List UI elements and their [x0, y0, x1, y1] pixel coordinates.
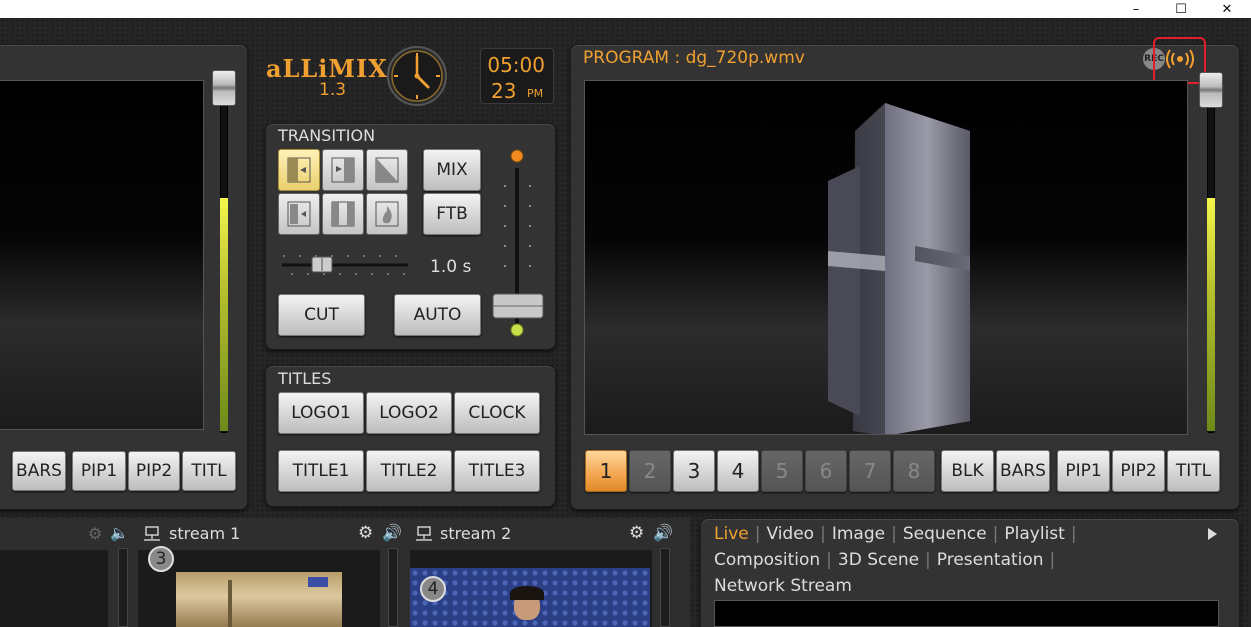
program-bars-button[interactable]: BARS — [996, 450, 1050, 492]
preview-titl-button[interactable]: TITL — [182, 451, 236, 491]
duration-slider[interactable] — [280, 253, 410, 277]
duration-value: 1.0 s — [430, 257, 472, 277]
source-content-area — [714, 600, 1219, 627]
stream2-speaker-icon[interactable]: 🔊 — [653, 523, 673, 542]
title3-button[interactable]: TITLE3 — [454, 450, 540, 492]
transition-title: TRANSITION — [278, 126, 376, 145]
program-monitor — [584, 80, 1188, 435]
stream1-label: stream 1 — [169, 524, 241, 543]
tab-composition[interactable]: Composition — [714, 550, 820, 570]
clock-day: 23 — [491, 79, 517, 103]
stream0-speaker-icon[interactable]: 🔈 — [110, 524, 129, 542]
wipe-left-icon[interactable] — [278, 149, 320, 191]
diagonal-icon[interactable] — [366, 149, 408, 191]
program-blk-button[interactable]: BLK — [941, 450, 994, 492]
app-version: 1.3 — [319, 80, 347, 100]
source-5-button[interactable]: 5 — [761, 450, 803, 492]
source-4-button[interactable]: 4 — [717, 450, 759, 492]
program-vu-meter — [1207, 198, 1215, 431]
tab-network-stream[interactable]: Network Stream — [714, 576, 852, 596]
titles-title: TITLES — [278, 369, 332, 388]
mix-button[interactable]: MIX — [423, 149, 481, 191]
stream-partial-fader[interactable] — [118, 548, 128, 627]
minimize-icon[interactable]: – — [1113, 0, 1159, 18]
app-main: BARS PIP1 PIP2 TITL aLLiMIX 1.3 05:00 23… — [0, 18, 1251, 627]
program-title: PROGRAM : dg_720p.wmv — [583, 48, 805, 68]
digital-clock: 05:00 23 PM — [480, 48, 554, 104]
title2-button[interactable]: TITLE2 — [366, 450, 452, 492]
stream2-gear-icon[interactable]: ⚙ — [629, 523, 644, 543]
source-7-button[interactable]: 7 — [849, 450, 891, 492]
wipe-right-icon[interactable] — [322, 149, 364, 191]
tabs-next-arrow-icon[interactable] — [1205, 526, 1219, 542]
logo1-button[interactable]: LOGO1 — [278, 392, 364, 434]
stream1-speaker-icon[interactable]: 🔊 — [382, 523, 402, 542]
title1-button[interactable]: TITLE1 — [278, 450, 364, 492]
preview-audio-fader[interactable] — [212, 70, 236, 106]
t-bar[interactable] — [490, 146, 546, 342]
stream2-badge: 4 — [420, 576, 446, 602]
stream0-gear-icon[interactable]: ⚙ — [88, 524, 102, 543]
stream1-network-icon — [142, 526, 162, 542]
logo2-button[interactable]: LOGO2 — [366, 392, 452, 434]
source-3-button[interactable]: 3 — [673, 450, 715, 492]
cut-button[interactable]: CUT — [278, 294, 365, 336]
window-titlebar: – ☐ ✕ — [0, 0, 1251, 18]
clock-time: 05:00 — [487, 53, 545, 77]
stream2-network-icon — [414, 526, 434, 542]
analog-clock-icon — [386, 45, 448, 107]
preview-pip1-button[interactable]: PIP1 — [72, 451, 126, 491]
stream1-fader[interactable] — [388, 548, 398, 627]
clock-ampm: PM — [527, 87, 544, 100]
source-tabs-row3: Network Stream — [714, 576, 852, 596]
app-logo: aLLiMIX — [266, 54, 388, 83]
tab-video[interactable]: Video — [766, 524, 814, 544]
flame-icon[interactable] — [366, 193, 408, 235]
preview-vu-meter — [220, 198, 228, 431]
tab-presentation[interactable]: Presentation — [937, 550, 1044, 570]
program-audio-fader[interactable] — [1199, 72, 1223, 108]
source-tabs-row2: Composition | 3D Scene | Presentation | — [714, 550, 1056, 570]
split-icon[interactable] — [322, 193, 364, 235]
source-8-button[interactable]: 8 — [893, 450, 935, 492]
ftb-button[interactable]: FTB — [423, 193, 481, 235]
stream2-label: stream 2 — [440, 524, 512, 543]
tab-playlist[interactable]: Playlist — [1004, 524, 1064, 544]
clock-button[interactable]: CLOCK — [454, 392, 540, 434]
preview-bars-button[interactable]: BARS — [12, 451, 66, 491]
stream2-thumbnail[interactable] — [410, 550, 652, 627]
tab-3d-scene[interactable]: 3D Scene — [838, 550, 919, 570]
tab-sequence[interactable]: Sequence — [903, 524, 987, 544]
source-6-button[interactable]: 6 — [805, 450, 847, 492]
stream1-thumbnail[interactable] — [138, 550, 380, 627]
tab-live[interactable]: Live — [714, 524, 749, 544]
program-pip1-button[interactable]: PIP1 — [1057, 450, 1110, 492]
stream1-badge: 3 — [148, 546, 174, 572]
stream1-gear-icon[interactable]: ⚙ — [358, 523, 373, 543]
source-2-button[interactable]: 2 — [629, 450, 671, 492]
program-titl-button[interactable]: TITL — [1167, 450, 1220, 492]
program-pip2-button[interactable]: PIP2 — [1112, 450, 1165, 492]
close-icon[interactable]: ✕ — [1204, 0, 1250, 18]
preview-monitor — [0, 80, 204, 430]
tab-image[interactable]: Image — [832, 524, 885, 544]
stream-thumb-partial — [0, 550, 108, 627]
auto-button[interactable]: AUTO — [394, 294, 481, 336]
preview-pip2-button[interactable]: PIP2 — [128, 451, 180, 491]
source-tabs-row1: Live | Video | Image | Sequence | Playlist | — [714, 524, 1077, 544]
source-1-button[interactable]: 1 — [585, 450, 627, 492]
slide-icon[interactable] — [278, 193, 320, 235]
maximize-icon[interactable]: ☐ — [1158, 0, 1204, 18]
stream2-fader[interactable] — [660, 548, 670, 627]
